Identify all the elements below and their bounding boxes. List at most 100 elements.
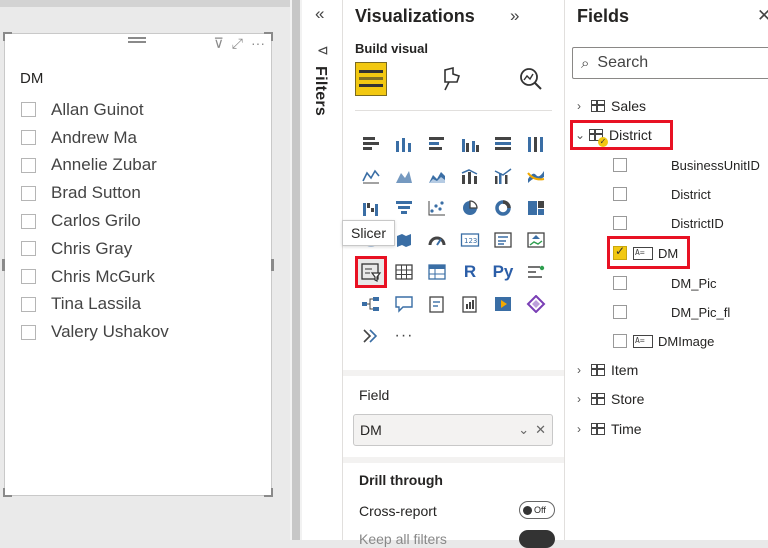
field-checkbox[interactable] [613,305,627,319]
resize-handle-right[interactable] [271,259,274,271]
chevron-down-icon[interactable]: ⌄ [518,422,529,438]
slicer-item[interactable]: Chris Gray [21,235,169,263]
drag-handle-icon[interactable] [128,37,146,46]
slicer-checkbox[interactable] [21,213,36,229]
slicer-item[interactable]: Tina Lassila [21,291,169,319]
filters-collapse-icon[interactable]: « [315,4,324,24]
stacked-bar-chart-icon[interactable] [355,128,387,160]
table-district[interactable]: ⌄ ✓ District [575,124,652,147]
card-icon[interactable]: 123 [454,224,486,256]
field-row[interactable]: DM_Pic [613,272,717,294]
remove-field-icon[interactable]: ✕ [535,422,546,438]
field-row[interactable]: District [613,183,711,205]
table-sales[interactable]: › Sales [577,95,646,117]
slicer-item[interactable]: Allan Guinot [21,96,169,124]
field-row[interactable]: A= DMImage [613,330,714,352]
clustered-bar-chart-icon[interactable] [421,128,453,160]
qa-visual-icon[interactable] [388,288,420,320]
line-chart-icon[interactable] [355,160,387,192]
field-row[interactable]: DistrictID [613,212,724,234]
area-chart-icon[interactable] [388,160,420,192]
canvas-scrollbar[interactable] [290,0,302,540]
table-item[interactable]: › Item [577,359,638,381]
power-apps-icon[interactable] [487,288,519,320]
more-visuals-icon[interactable]: ··· [388,320,420,352]
field-well[interactable]: DM ⌄ ✕ [353,414,553,446]
filter-icon[interactable]: ⊽ [214,36,224,50]
gauge-icon[interactable] [421,224,453,256]
slicer-item[interactable]: Valery Ushakov [21,318,169,346]
dm-slicer-visual[interactable]: ⊽ ⤢ ··· DM Allan Guinot Andrew Ma Anneli… [2,32,274,497]
python-visual-icon[interactable]: Py [487,256,519,288]
clustered-column-chart-icon[interactable] [454,128,486,160]
field-row-dm[interactable]: A= DM [613,242,678,264]
slicer-item[interactable]: Chris McGurk [21,263,169,291]
expand-icon[interactable]: » [510,6,519,26]
slicer-item[interactable]: Andrew Ma [21,124,169,152]
fields-search-input[interactable]: ⌕ Search [572,47,768,79]
stacked-area-chart-icon[interactable] [421,160,453,192]
smart-narrative-icon[interactable] [421,288,453,320]
filters-pane-label[interactable]: Filters [311,66,329,116]
chevron-right-icon[interactable]: › [577,392,589,406]
close-icon[interactable]: ✕ [757,6,768,26]
resize-handle-top-right[interactable] [264,32,273,41]
format-visual-tab-icon[interactable] [435,62,467,96]
treemap-icon[interactable] [520,192,552,224]
ribbon-chart-icon[interactable] [520,160,552,192]
chevron-right-icon[interactable]: › [577,363,589,377]
100-stacked-bar-chart-icon[interactable] [487,128,519,160]
slicer-item[interactable]: Annelie Zubar [21,152,169,180]
cross-report-toggle[interactable]: Off [519,501,555,519]
resize-handle-bottom-left[interactable] [3,488,12,497]
multi-row-card-icon[interactable] [487,224,519,256]
pie-chart-icon[interactable] [454,192,486,224]
field-well-value[interactable]: DM [360,422,512,438]
matrix-visual-icon[interactable] [421,256,453,288]
more-options-icon[interactable]: ··· [251,36,265,50]
slicer-checkbox[interactable] [21,296,36,312]
table-visual-icon[interactable] [388,256,420,288]
stacked-column-chart-icon[interactable] [388,128,420,160]
field-checkbox[interactable] [613,276,627,290]
chevron-right-icon[interactable]: › [577,422,589,436]
field-checkbox[interactable] [613,216,627,230]
slicer-checkbox[interactable] [21,324,36,340]
line-and-clustered-column-chart-icon[interactable] [487,160,519,192]
donut-chart-icon[interactable] [487,192,519,224]
slicer-checkbox[interactable] [21,185,36,201]
slicer-item[interactable]: Carlos Grilo [21,207,169,235]
100-stacked-column-chart-icon[interactable] [520,128,552,160]
resize-handle-bottom-right[interactable] [264,488,273,497]
field-row[interactable]: DM_Pic_fl [613,301,730,323]
table-time[interactable]: › Time [577,418,642,440]
slicer-checkbox[interactable] [21,157,36,173]
slicer-checkbox[interactable] [21,269,36,285]
line-and-stacked-column-chart-icon[interactable] [454,160,486,192]
resize-handle-top-left[interactable] [3,32,12,41]
chevron-right-icon[interactable]: › [577,99,589,113]
key-influencers-icon[interactable] [520,256,552,288]
r-script-visual-icon[interactable]: R [454,256,486,288]
analytics-tab-icon[interactable] [515,62,547,96]
field-row[interactable]: BusinessUnitID [613,154,760,176]
slicer-visual-icon[interactable] [355,256,387,288]
decomposition-tree-icon[interactable] [355,288,387,320]
resize-handle-left[interactable] [2,259,5,271]
table-store[interactable]: › Store [577,388,644,410]
slicer-item[interactable]: Brad Sutton [21,179,169,207]
chevron-down-icon[interactable]: ⌄ [575,128,587,142]
slicer-checkbox[interactable] [21,241,36,257]
power-automate-icon[interactable] [520,288,552,320]
field-checkbox[interactable] [613,187,627,201]
get-more-visuals-icon[interactable] [355,320,387,352]
field-checkbox[interactable] [613,334,627,348]
paginated-report-icon[interactable] [454,288,486,320]
field-checkbox-checked[interactable] [613,244,627,260]
field-checkbox[interactable] [613,158,627,172]
build-visual-tab-icon[interactable] [355,62,387,96]
filters-pane-collapsed[interactable]: « ⊲ Filters [302,0,343,540]
slicer-checkbox[interactable] [21,130,36,146]
kpi-icon[interactable] [520,224,552,256]
scatter-chart-icon[interactable] [421,192,453,224]
